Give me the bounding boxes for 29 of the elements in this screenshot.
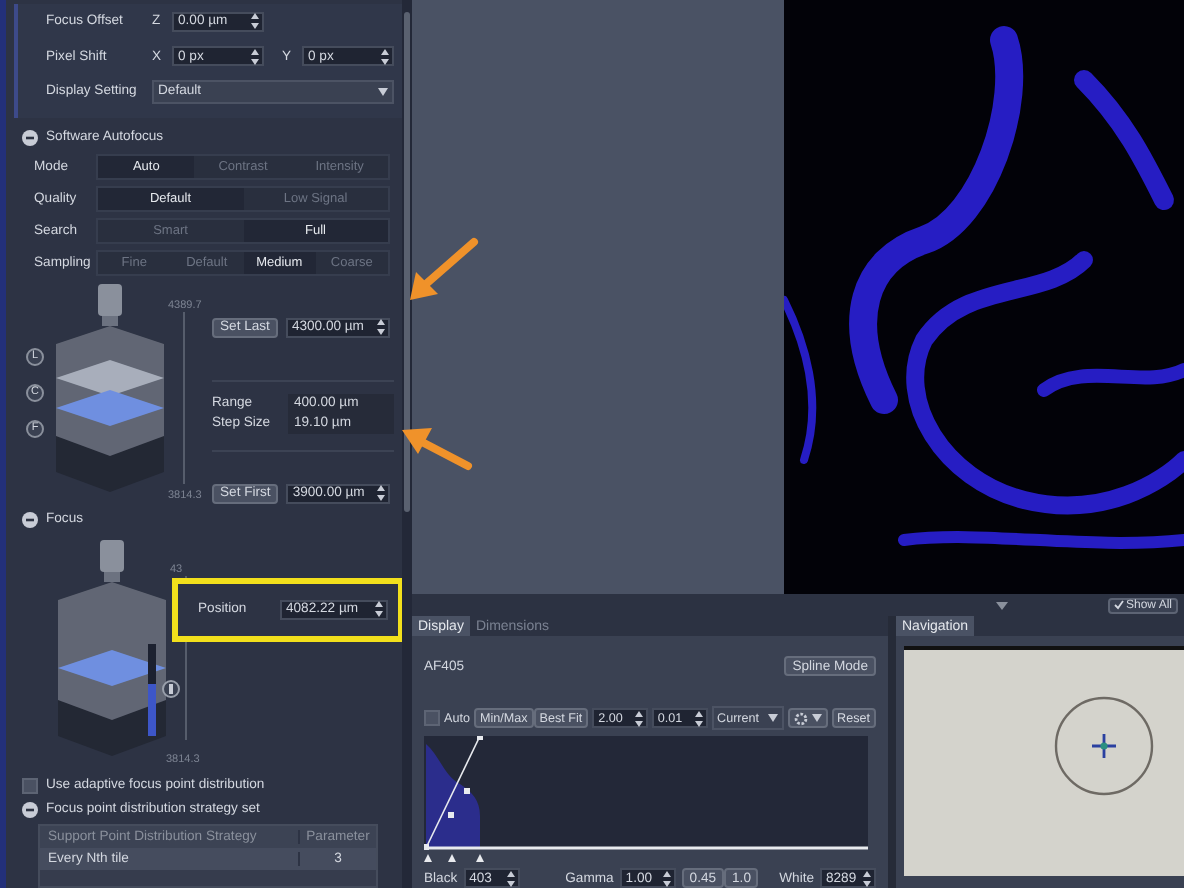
settings-button[interactable] — [787, 708, 828, 728]
slider-knob-icon[interactable] — [162, 680, 180, 698]
spin-arrows-icon[interactable] — [375, 318, 386, 336]
spin-arrows-icon[interactable] — [633, 709, 644, 727]
dropdown-arrow-icon — [378, 87, 388, 96]
spin-arrows-icon[interactable] — [505, 869, 516, 887]
check-icon — [1113, 600, 1124, 610]
collapse-icon[interactable] — [22, 511, 38, 527]
focus-slider[interactable] — [148, 643, 156, 735]
dropdown-arrow-icon — [767, 714, 778, 722]
spin-arrows-icon[interactable] — [250, 47, 260, 66]
spin-arrows-icon[interactable] — [380, 47, 390, 66]
dropdown-arrow-icon — [811, 714, 822, 722]
crosshair-icon[interactable] — [1092, 734, 1116, 758]
settings-icon — [793, 711, 808, 725]
spin-arrows-icon[interactable] — [661, 869, 672, 887]
spin-arrows-icon[interactable] — [250, 12, 260, 31]
spin-arrows-icon[interactable] — [693, 709, 704, 727]
collapse-icon[interactable] — [22, 801, 38, 817]
collapse-icon[interactable] — [22, 129, 38, 145]
well-ring-drawing — [1052, 694, 1156, 798]
checkbox[interactable] — [424, 710, 440, 726]
annotation-arrow — [398, 422, 474, 474]
spin-arrows-icon[interactable] — [374, 600, 384, 618]
collapse-arrow-icon[interactable] — [995, 601, 1008, 609]
checkbox[interactable] — [22, 777, 38, 793]
spin-arrows-icon[interactable] — [376, 484, 387, 502]
spin-arrows-icon[interactable] — [862, 869, 872, 887]
scrollbar-thumb[interactable] — [404, 12, 410, 512]
